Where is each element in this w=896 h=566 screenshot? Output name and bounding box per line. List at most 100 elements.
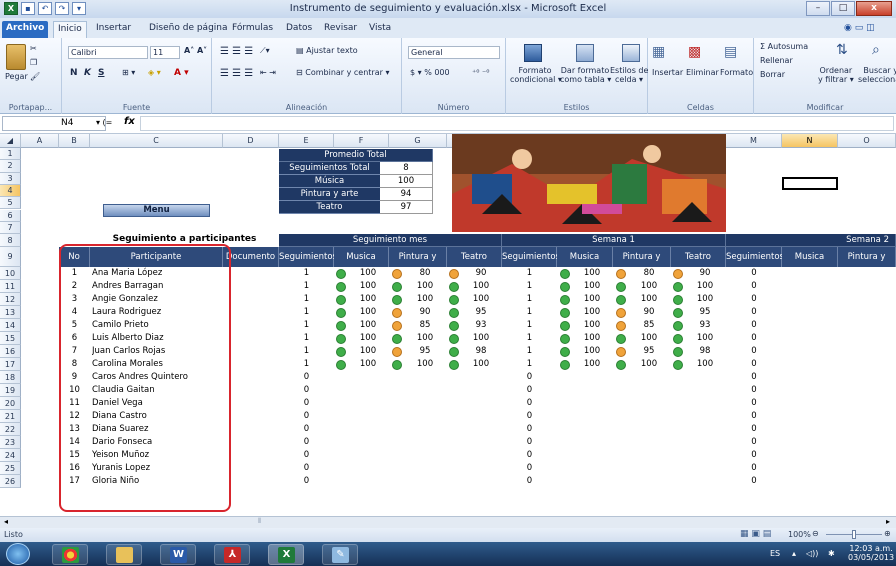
- orientation-icon[interactable]: ⟋▾: [260, 46, 270, 56]
- decimal-icon[interactable]: ⁺⁰ ⁻⁰: [472, 68, 489, 77]
- row-header[interactable]: 11: [0, 280, 21, 293]
- tray-arrow-icon[interactable]: ▴: [792, 549, 796, 558]
- clear-button[interactable]: Borrar: [760, 70, 785, 79]
- col-header-f[interactable]: F: [334, 134, 389, 148]
- view-buttons-icon[interactable]: ▦ ▣ ▤: [740, 529, 771, 539]
- col-header-d[interactable]: D: [223, 134, 279, 148]
- excel-app-icon[interactable]: X: [4, 2, 18, 15]
- menu-button[interactable]: Menu: [103, 204, 210, 217]
- format-button[interactable]: Formato: [720, 68, 753, 77]
- cell-musica[interactable]: 100: [348, 358, 388, 371]
- cell-teatro[interactable]: 100: [461, 332, 501, 345]
- summary-value[interactable]: 94: [380, 188, 433, 201]
- paste-icon[interactable]: [6, 44, 26, 70]
- cell-s1-seguimientos[interactable]: 1: [502, 358, 557, 371]
- cell-s2-seguimientos[interactable]: 0: [726, 306, 782, 319]
- cell-s1-seguimientos[interactable]: 1: [502, 293, 557, 306]
- cell-seguimientos[interactable]: 0: [279, 449, 334, 462]
- taskbar-explorer[interactable]: [106, 544, 142, 565]
- align-top-icon[interactable]: ☰ ☰ ☰: [220, 46, 253, 57]
- col-header-g[interactable]: G: [389, 134, 447, 148]
- sort-filter-button[interactable]: Ordenar y filtrar ▾: [818, 66, 854, 84]
- col-header-n[interactable]: N: [782, 134, 838, 148]
- summary-value[interactable]: 97: [380, 201, 433, 214]
- tab-insertar[interactable]: Insertar: [92, 21, 135, 38]
- cell-s1-musica[interactable]: 100: [572, 358, 612, 371]
- wrap-text-button[interactable]: ▤ Ajustar texto: [296, 46, 358, 55]
- cell-s1-seguimientos[interactable]: 1: [502, 332, 557, 345]
- row-header[interactable]: 21: [0, 410, 21, 423]
- cell-s1-seguimientos[interactable]: 1: [502, 345, 557, 358]
- row-header[interactable]: 8: [0, 234, 21, 247]
- paste-button[interactable]: Pegar: [5, 72, 28, 81]
- cell-s2-seguimientos[interactable]: 0: [726, 397, 782, 410]
- cell-s1-pintura[interactable]: 80: [628, 267, 670, 280]
- cell-s2-seguimientos[interactable]: 0: [726, 384, 782, 397]
- help-icon[interactable]: ◉ ▭ ◫: [840, 21, 879, 38]
- copy-icon[interactable]: ❐: [30, 58, 37, 67]
- cell-teatro[interactable]: 100: [461, 280, 501, 293]
- cell-musica[interactable]: 100: [348, 345, 388, 358]
- cell-s1-teatro[interactable]: 100: [685, 332, 725, 345]
- tab-diseno-pagina[interactable]: Diseño de página: [145, 21, 232, 38]
- fill-color-icon[interactable]: ◈ ▾: [148, 68, 161, 77]
- cell-s2-seguimientos[interactable]: 0: [726, 436, 782, 449]
- grow-font-icon[interactable]: A˄ A˅: [184, 46, 207, 55]
- tab-vista[interactable]: Vista: [365, 21, 395, 38]
- cell-seguimientos[interactable]: 0: [279, 397, 334, 410]
- cell-seguimientos[interactable]: 0: [279, 462, 334, 475]
- autosum-button[interactable]: Σ Autosuma: [760, 42, 808, 51]
- taskbar-acrobat[interactable]: ⅄: [214, 544, 250, 565]
- save-icon[interactable]: ▪: [21, 2, 35, 15]
- insert-cells-icon[interactable]: ▦: [652, 44, 665, 60]
- font-size-select[interactable]: 11: [150, 46, 180, 59]
- row-header[interactable]: 9: [0, 247, 21, 267]
- cell-seguimientos[interactable]: 0: [279, 436, 334, 449]
- row-header[interactable]: 14: [0, 319, 21, 332]
- cell-s2-seguimientos[interactable]: 0: [726, 358, 782, 371]
- cell-s1-musica[interactable]: 100: [572, 319, 612, 332]
- cell-s1-teatro[interactable]: 100: [685, 280, 725, 293]
- underline-button[interactable]: S: [98, 68, 104, 78]
- sort-filter-icon[interactable]: ⇅: [836, 42, 848, 58]
- cell-s1-pintura[interactable]: 90: [628, 306, 670, 319]
- bold-button[interactable]: N: [70, 68, 78, 78]
- summary-value[interactable]: 100: [380, 175, 433, 188]
- cell-teatro[interactable]: 95: [461, 306, 501, 319]
- formula-input[interactable]: [140, 116, 894, 131]
- row-header[interactable]: 7: [0, 221, 21, 235]
- taskbar-word[interactable]: W: [160, 544, 196, 565]
- undo-icon[interactable]: ↶: [38, 2, 52, 15]
- cell-s2-seguimientos[interactable]: 0: [726, 267, 782, 280]
- cell-musica[interactable]: 100: [348, 280, 388, 293]
- row-header[interactable]: 3: [0, 172, 21, 185]
- delete-button[interactable]: Eliminar: [686, 68, 719, 77]
- row-header[interactable]: 6: [0, 209, 21, 222]
- tab-revisar[interactable]: Revisar: [320, 21, 361, 38]
- cell-styles-icon[interactable]: [622, 44, 640, 62]
- taskbar-chrome[interactable]: [52, 544, 88, 565]
- cell-seguimientos[interactable]: 0: [279, 423, 334, 436]
- volume-icon[interactable]: ◁)): [806, 549, 818, 558]
- row-header[interactable]: 19: [0, 384, 21, 397]
- cell-s2-seguimientos[interactable]: 0: [726, 371, 782, 384]
- cell-s1-musica[interactable]: 100: [572, 332, 612, 345]
- col-header-a[interactable]: A: [21, 134, 59, 148]
- cell-s1-teatro[interactable]: 93: [685, 319, 725, 332]
- cell-s2-seguimientos[interactable]: 0: [726, 332, 782, 345]
- cell-s1-pintura[interactable]: 100: [628, 280, 670, 293]
- row-header[interactable]: 5: [0, 197, 21, 210]
- close-button[interactable]: x: [856, 1, 892, 16]
- currency-button[interactable]: $ ▾ % 000: [410, 68, 450, 77]
- language-indicator[interactable]: ES: [770, 549, 780, 558]
- cell-s2-seguimientos[interactable]: 0: [726, 462, 782, 475]
- fx-icon[interactable]: fx: [124, 116, 135, 127]
- row-header[interactable]: 23: [0, 436, 21, 449]
- row-header[interactable]: 10: [0, 267, 21, 280]
- cell-s2-seguimientos[interactable]: 0: [726, 475, 782, 488]
- cell-s1-seguimientos[interactable]: 1: [502, 319, 557, 332]
- customize-icon[interactable]: ▾: [72, 2, 86, 15]
- cell-teatro[interactable]: 98: [461, 345, 501, 358]
- cell-seguimientos[interactable]: 1: [279, 332, 334, 345]
- indent-icon[interactable]: ⇤ ⇥: [260, 68, 276, 77]
